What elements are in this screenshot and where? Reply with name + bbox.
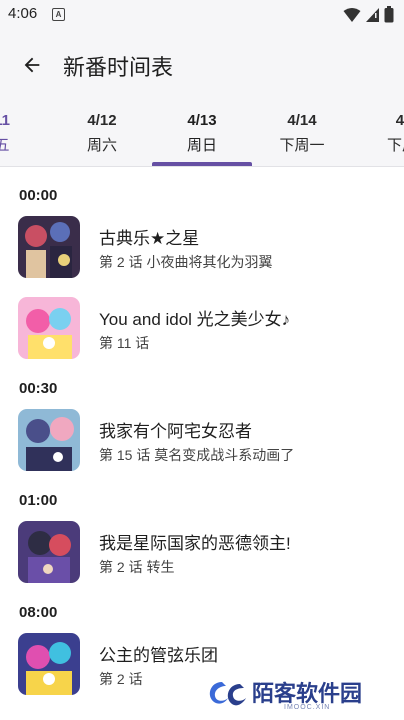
anime-thumbnail xyxy=(18,521,80,583)
status-bar: 4:06 A xyxy=(0,0,404,30)
anime-title: You and idol 光之美少女♪ xyxy=(99,310,291,329)
episode-info: 第 2 话 转生 xyxy=(99,559,175,575)
wifi-icon xyxy=(343,7,361,22)
date-tabs: 11 五 4/12 周六 4/13 周日 4/14 下周一 4/ 下周 xyxy=(0,100,404,167)
time-header: 08:00 xyxy=(19,604,58,621)
page-title: 新番时间表 xyxy=(63,55,174,80)
anime-thumbnail xyxy=(18,409,80,471)
anime-thumbnail xyxy=(18,633,80,695)
tab-weekday: 周六 xyxy=(86,137,117,154)
anime-thumbnail xyxy=(18,297,80,359)
battery-icon xyxy=(384,6,394,23)
anime-title: 我是星际国家的恶德领主! xyxy=(99,534,291,553)
back-button[interactable] xyxy=(14,47,50,83)
tab-weekday: 下周一 xyxy=(279,137,325,154)
episode-info: 第 2 话 小夜曲将其化为羽翼 xyxy=(99,254,273,270)
tab-indicator xyxy=(152,162,252,166)
arrow-back-icon xyxy=(24,57,40,73)
tab-date: 4/ xyxy=(395,112,404,129)
time-header: 01:00 xyxy=(19,492,58,509)
list-item[interactable]: 古典乐★之星 第 2 话 小夜曲将其化为羽翼 xyxy=(0,216,404,288)
anime-thumbnail xyxy=(18,216,80,278)
watermark-logo xyxy=(209,682,246,706)
tab-date: 4/12 xyxy=(87,112,117,129)
status-icons xyxy=(343,6,394,23)
app-bar: 新番时间表 xyxy=(0,30,404,100)
tab-date: 4/14 xyxy=(287,112,317,129)
tab-4-14[interactable]: 4/14 下周一 xyxy=(252,100,352,166)
episode-info: 第 11 话 xyxy=(99,335,150,351)
time-header: 00:30 xyxy=(19,380,58,397)
episode-info: 第 2 话 xyxy=(99,671,143,687)
episode-info: 第 15 话 莫名变成战斗系动画了 xyxy=(99,447,295,463)
list-item[interactable]: 我家有个阿宅女忍者 第 15 话 莫名变成战斗系动画了 xyxy=(0,409,404,481)
anime-title: 古典乐★之星 xyxy=(99,229,200,248)
list-item[interactable]: You and idol 光之美少女♪ 第 11 话 xyxy=(0,297,404,369)
list-item[interactable]: 我是星际国家的恶德领主! 第 2 话 转生 xyxy=(0,521,404,593)
signal-icon xyxy=(366,7,379,22)
watermark: 陌客软件园 IMOOC.XIN xyxy=(206,676,396,714)
time-header: 00:00 xyxy=(19,187,58,204)
tab-4-11[interactable]: 11 五 xyxy=(0,100,52,166)
status-time: 4:06 xyxy=(8,5,38,22)
anime-title: 公主的管弦乐团 xyxy=(99,646,218,665)
tab-4-12[interactable]: 4/12 周六 xyxy=(52,100,152,166)
schedule-list[interactable]: 00:00 古典乐★之星 第 2 话 小夜曲将其化为羽翼 You and ido… xyxy=(0,167,404,720)
tab-date: 11 xyxy=(0,112,10,129)
tab-date: 4/13 xyxy=(187,112,217,129)
anime-title: 我家有个阿宅女忍者 xyxy=(99,422,252,441)
tab-weekday: 周日 xyxy=(186,137,217,154)
tab-4-13[interactable]: 4/13 周日 xyxy=(152,100,252,166)
tab-weekday: 下周 xyxy=(386,137,404,154)
notification-icon: A xyxy=(52,8,65,21)
watermark-url: IMOOC.XIN xyxy=(284,704,331,711)
tab-weekday: 五 xyxy=(0,137,10,154)
tab-4-15[interactable]: 4/ 下周 xyxy=(352,100,404,166)
